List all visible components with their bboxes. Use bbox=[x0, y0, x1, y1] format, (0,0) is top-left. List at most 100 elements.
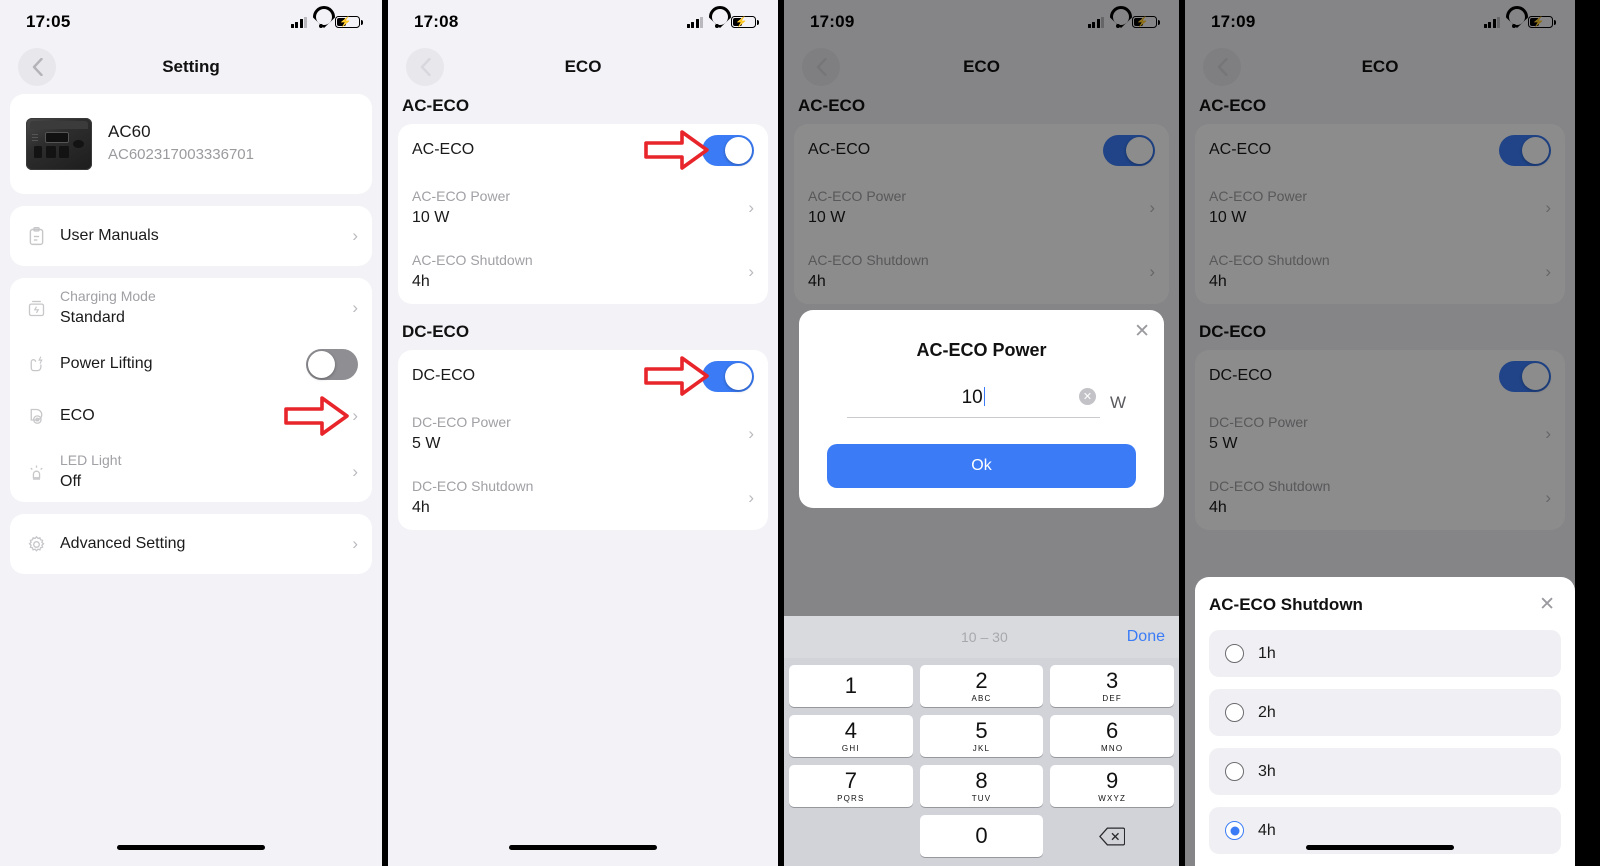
dc-eco-shutdown-label: DC-ECO Shutdown bbox=[412, 478, 534, 495]
panel-eco-power-dialog: 17:09 ⚡ ECO AC-ECO AC-ECO AC-ECO Power 1… bbox=[784, 0, 1179, 866]
device-serial: AC602317003336701 bbox=[108, 146, 254, 164]
dialog-title: AC-ECO Power bbox=[916, 340, 1047, 360]
dc-eco-toggle[interactable] bbox=[702, 360, 754, 392]
status-bar: 17:08 ⚡ bbox=[388, 0, 778, 44]
row-ac-eco-shutdown[interactable]: AC-ECO Shutdown 4h › bbox=[398, 240, 768, 304]
key-0[interactable]: 0 bbox=[919, 815, 1044, 857]
key-letters: ABC bbox=[971, 693, 992, 703]
key-number: 4 bbox=[844, 717, 857, 743]
radio-icon-selected[interactable] bbox=[1225, 821, 1244, 840]
dialog-input-row: 10 ✕ W bbox=[817, 387, 1146, 418]
status-icons: ⚡ bbox=[290, 15, 363, 29]
option-1h[interactable]: 1h bbox=[1209, 630, 1561, 677]
dc-eco-shutdown-value: 4h bbox=[412, 499, 430, 517]
sidebar-item-led-light[interactable]: LED Light Off › bbox=[10, 442, 372, 502]
ac-eco-label: AC-ECO bbox=[412, 141, 475, 158]
power-lifting-icon bbox=[24, 352, 48, 376]
done-button[interactable]: Done bbox=[1127, 628, 1165, 646]
charging-mode-value: Standard bbox=[60, 309, 125, 327]
battery-icon: ⚡ bbox=[731, 15, 759, 29]
ok-button[interactable]: Ok bbox=[827, 444, 1136, 488]
row-dc-eco-toggle[interactable]: DC-ECO bbox=[398, 350, 768, 402]
row-ac-eco-power[interactable]: AC-ECO Power 10 W › bbox=[398, 176, 768, 240]
dc-eco-power-value: 5 W bbox=[412, 435, 441, 453]
clear-circle-icon[interactable]: ✕ bbox=[1078, 388, 1096, 405]
chevron-right-icon: › bbox=[352, 462, 358, 481]
led-light-value: Off bbox=[60, 473, 82, 491]
key-number: 7 bbox=[844, 767, 857, 793]
key-4[interactable]: 4 GHI bbox=[789, 715, 913, 757]
back-button[interactable] bbox=[406, 48, 444, 86]
ac-eco-shutdown-sheet: AC-ECO Shutdown ✕ 1h 2h 3h 4h bbox=[1195, 577, 1575, 866]
radio-icon[interactable] bbox=[1225, 762, 1244, 781]
key-letters: PQRS bbox=[837, 793, 865, 803]
chevron-left-icon bbox=[32, 58, 43, 76]
sidebar-item-power-lifting[interactable]: Power Lifting bbox=[10, 338, 372, 390]
key-letters: DEF bbox=[1102, 693, 1122, 703]
power-lifting-toggle[interactable] bbox=[306, 348, 358, 380]
close-icon[interactable]: ✕ bbox=[1134, 320, 1150, 343]
panel-setting: 17:05 ⚡ Setting AC60 AC602317003336701 U… bbox=[0, 0, 382, 866]
device-row[interactable]: AC60 AC602317003336701 bbox=[10, 94, 372, 194]
ac-eco-shutdown-value: 4h bbox=[412, 273, 430, 291]
chevron-right-icon: › bbox=[748, 488, 754, 507]
option-3h[interactable]: 3h bbox=[1209, 748, 1561, 795]
key-backspace[interactable] bbox=[1050, 815, 1174, 857]
radio-icon[interactable] bbox=[1225, 644, 1244, 663]
wifi-icon bbox=[709, 16, 725, 28]
row-ac-eco-toggle[interactable]: AC-ECO bbox=[398, 124, 768, 176]
sidebar-item-eco[interactable]: ECO › bbox=[10, 390, 372, 442]
chevron-right-icon: › bbox=[352, 226, 358, 245]
eco-label: ECO bbox=[60, 407, 95, 424]
group-advanced: Advanced Setting › bbox=[10, 514, 372, 574]
key-number: 8 bbox=[975, 767, 988, 793]
ac-eco-power-dialog: ✕ AC-ECO Power 10 ✕ W Ok bbox=[799, 310, 1164, 508]
battery-icon: ⚡ bbox=[335, 15, 363, 29]
text-caret bbox=[983, 387, 986, 406]
row-dc-eco-power[interactable]: DC-ECO Power 5 W › bbox=[398, 402, 768, 466]
key-letters: WXYZ bbox=[1098, 793, 1127, 803]
power-input[interactable]: 10 ✕ bbox=[847, 387, 1100, 418]
page-title: ECO bbox=[564, 57, 602, 76]
key-5[interactable]: 5 JKL bbox=[919, 715, 1044, 757]
close-icon[interactable]: ✕ bbox=[1539, 593, 1561, 616]
key-1[interactable]: 1 bbox=[789, 665, 913, 707]
chevron-right-icon: › bbox=[352, 534, 358, 553]
device-card[interactable]: AC60 AC602317003336701 bbox=[10, 94, 372, 194]
section-title-dc-eco: DC-ECO bbox=[402, 322, 470, 341]
chevron-right-icon: › bbox=[748, 424, 754, 443]
nav-bar: Setting bbox=[0, 44, 382, 90]
keyboard-toolbar: 10 – 30 Done bbox=[784, 616, 1179, 658]
screenshot-strip: 17:05 ⚡ Setting AC60 AC602317003336701 U… bbox=[0, 0, 1600, 866]
sidebar-item-advanced-setting[interactable]: Advanced Setting › bbox=[10, 514, 372, 574]
range-hint: 10 – 30 bbox=[961, 629, 1008, 645]
unit-label: W bbox=[1109, 392, 1126, 412]
key-8[interactable]: 8 TUV bbox=[919, 765, 1044, 807]
sheet-header: AC-ECO Shutdown ✕ bbox=[1209, 593, 1561, 630]
numeric-keyboard: 10 – 30 Done 1 2 ABC 3 DEF 4 GHI 5 JKL 6 MNO … bbox=[784, 616, 1179, 866]
battery-charge-icon bbox=[24, 296, 48, 320]
group-manuals: User Manuals › bbox=[10, 206, 372, 266]
row-dc-eco-shutdown[interactable]: DC-ECO Shutdown 4h › bbox=[398, 466, 768, 530]
key-6[interactable]: 6 MNO bbox=[1050, 715, 1174, 757]
key-9[interactable]: 9 WXYZ bbox=[1050, 765, 1174, 807]
device-name: AC60 bbox=[108, 122, 151, 142]
ac-eco-toggle[interactable] bbox=[702, 134, 754, 166]
home-indicator bbox=[1306, 845, 1454, 850]
key-7[interactable]: 7 PQRS bbox=[789, 765, 913, 807]
option-label: 2h bbox=[1258, 703, 1276, 721]
key-2[interactable]: 2 ABC bbox=[919, 665, 1044, 707]
radio-icon[interactable] bbox=[1225, 703, 1244, 722]
led-light-label: LED Light bbox=[60, 452, 122, 469]
sidebar-item-user-manuals[interactable]: User Manuals › bbox=[10, 206, 372, 266]
key-number: 5 bbox=[975, 717, 988, 743]
sidebar-item-label: User Manuals bbox=[60, 227, 159, 244]
key-number: 2 bbox=[975, 667, 988, 693]
option-2h[interactable]: 2h bbox=[1209, 689, 1561, 736]
sheet-title: AC-ECO Shutdown bbox=[1209, 594, 1363, 614]
sidebar-item-charging-mode[interactable]: Charging Mode Standard › bbox=[10, 278, 372, 338]
key-3[interactable]: 3 DEF bbox=[1050, 665, 1174, 707]
back-button[interactable] bbox=[18, 48, 56, 86]
ac-eco-power-label: AC-ECO Power bbox=[412, 188, 511, 205]
wifi-icon bbox=[313, 16, 329, 28]
